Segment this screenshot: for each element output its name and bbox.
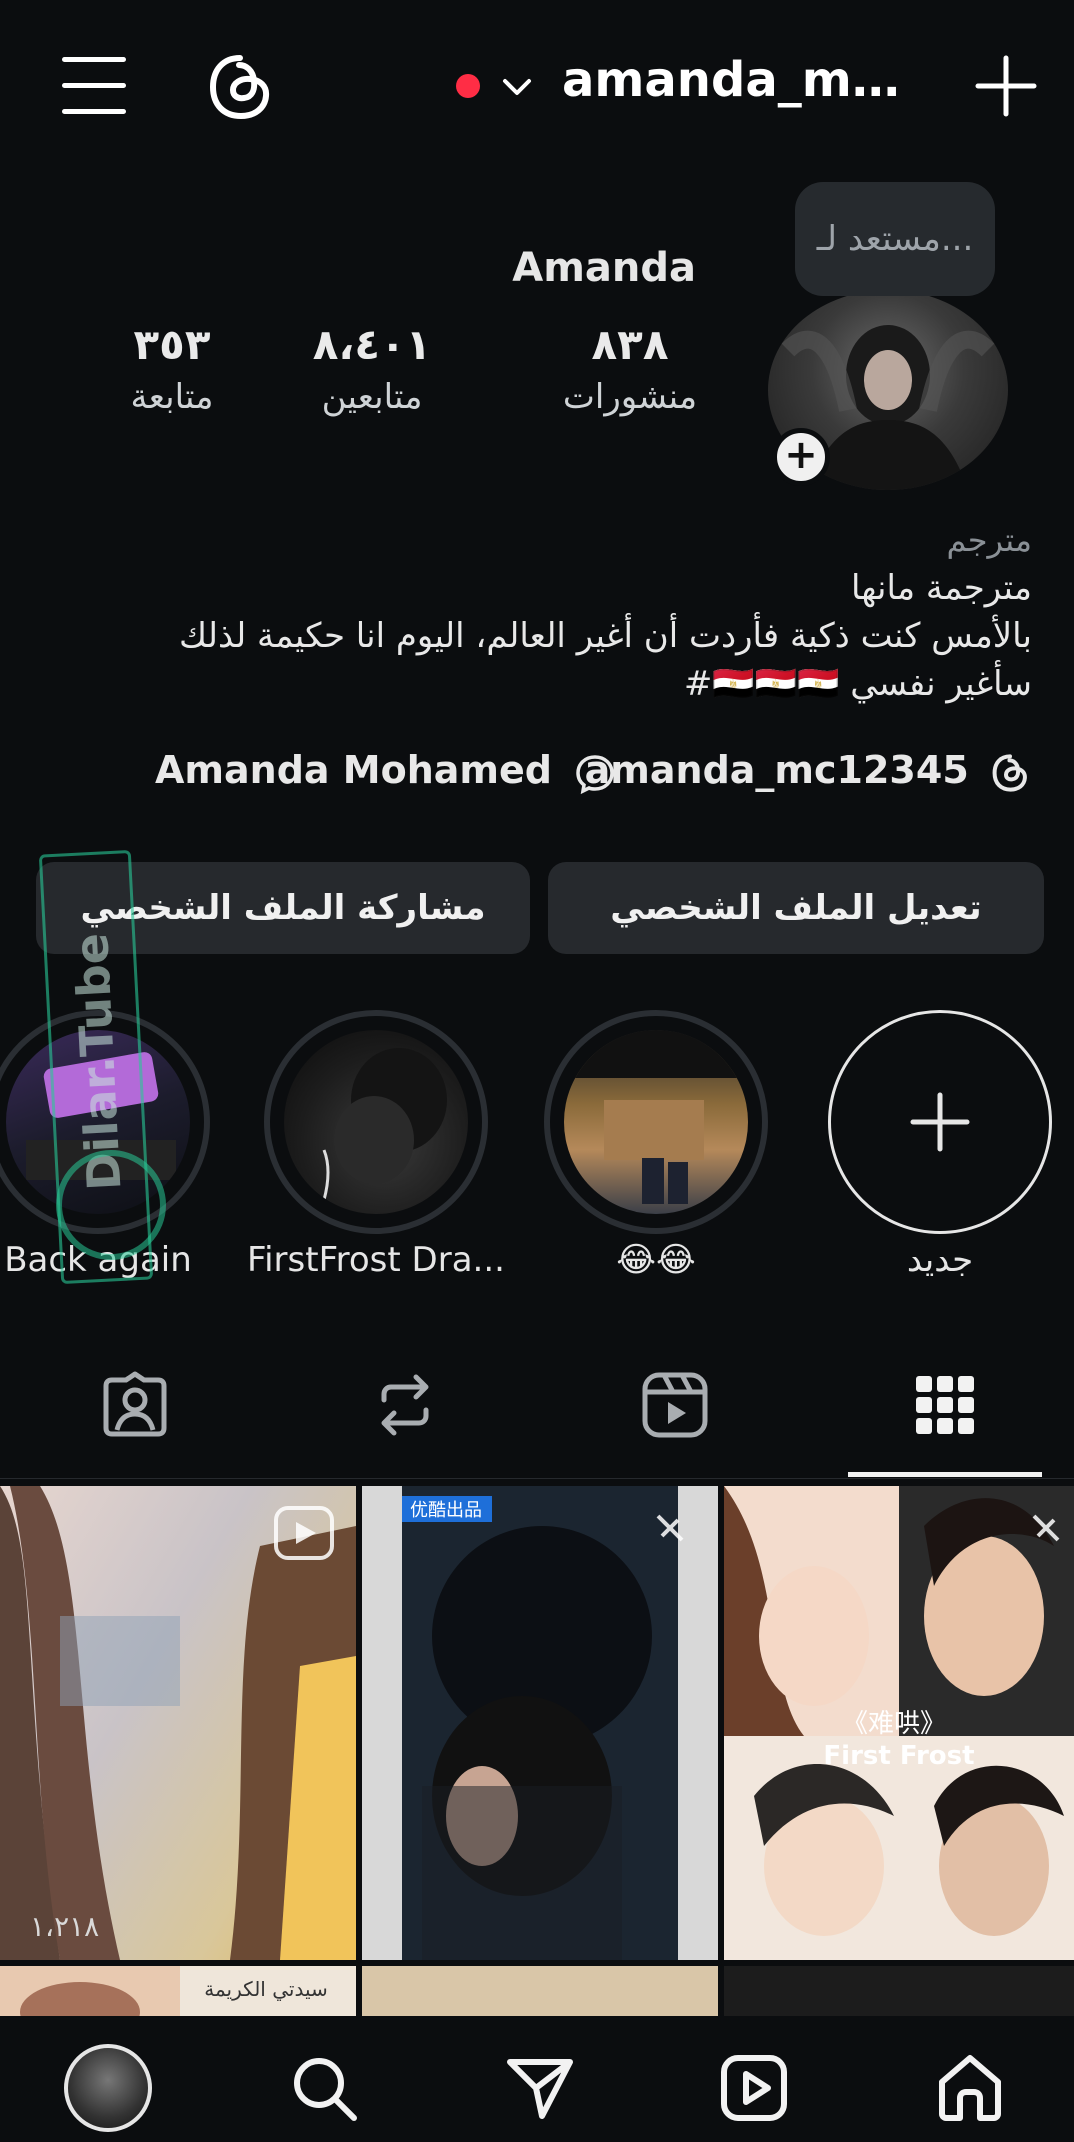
- threads-link[interactable]: amanda_mc12345: [585, 748, 1030, 793]
- grid-post[interactable]: 优酷出品: [362, 1486, 718, 1960]
- stat-following[interactable]: ٣٥٣ متابعة: [52, 320, 292, 417]
- reposts-tab-icon[interactable]: [370, 1370, 440, 1440]
- bio-line: بالأمس كنت ذكية فأردت أن أغير العالم، ال…: [179, 616, 1032, 656]
- grid-post[interactable]: [724, 1966, 1074, 2016]
- add-story-plus-icon[interactable]: +: [772, 428, 830, 486]
- messenger-icon: [576, 754, 614, 794]
- nav-profile-avatar[interactable]: [64, 2044, 152, 2132]
- home-icon[interactable]: [934, 2052, 1006, 2124]
- status-dot: [456, 74, 480, 98]
- create-plus-icon[interactable]: [975, 55, 1037, 117]
- poster-caption: سيدتي الكريمة: [204, 1977, 327, 2002]
- bio-category: مترجم: [946, 521, 1032, 559]
- account-switcher-username[interactable]: amanda_mc...: [562, 52, 902, 108]
- posts-label: منشورات: [562, 377, 698, 417]
- threads-icon: [992, 753, 1027, 792]
- bio-line: سأغير نفسي 🇪🇬🇪🇬🇪🇬#: [683, 664, 1032, 704]
- display-name: Amanda: [512, 245, 696, 291]
- grid-post[interactable]: سيدتي الكريمة: [0, 1966, 356, 2016]
- active-tab-indicator: [848, 1472, 1042, 1477]
- facebook-link[interactable]: Amanda Mohamed: [155, 748, 617, 795]
- plus-icon: [910, 1092, 970, 1152]
- note-bubble[interactable]: مستعد لـ...: [795, 182, 995, 296]
- new-highlight-button[interactable]: [828, 1010, 1052, 1234]
- threads-icon[interactable]: [205, 52, 275, 122]
- messages-send-icon[interactable]: [504, 2052, 576, 2124]
- stat-posts[interactable]: ٨٣٨ منشورات: [510, 320, 750, 417]
- view-count: ١،٢١٨: [30, 1910, 100, 1943]
- reels-tab-icon[interactable]: [640, 1370, 710, 1440]
- threads-handle: amanda_mc12345: [584, 748, 969, 792]
- highlight-label-new: جديد: [906, 1240, 974, 1280]
- poster-subtitle: First Frost: [823, 1741, 974, 1771]
- profile-links: amanda_mc12345 Amanda Mohamed: [150, 748, 1030, 800]
- grid-post[interactable]: ١،٢١٨: [0, 1486, 356, 1960]
- reels-nav-icon[interactable]: [718, 2052, 790, 2124]
- highlight-label: FirstFrost Dra...: [247, 1240, 505, 1280]
- menu-icon[interactable]: [62, 55, 130, 117]
- grid-post[interactable]: [362, 1966, 718, 2016]
- following-label: متابعة: [130, 377, 214, 417]
- search-icon[interactable]: [288, 2052, 360, 2124]
- edit-profile-button[interactable]: تعديل الملف الشخصي: [548, 862, 1044, 954]
- facebook-name: Amanda Mohamed: [155, 748, 552, 792]
- chevron-down-icon[interactable]: [500, 70, 534, 104]
- watermark-logo-icon: [56, 1150, 166, 1260]
- following-count: ٣٥٣: [133, 320, 211, 369]
- bio-line: مترجمة مانها: [850, 568, 1032, 608]
- posts-count: ٨٣٨: [591, 320, 669, 369]
- poster-label: 优酷出品: [410, 1500, 482, 1521]
- tagged-tab-icon[interactable]: [100, 1370, 170, 1440]
- highlight-label: 😂😂: [616, 1240, 696, 1280]
- poster-title: 《难哄》: [842, 1709, 946, 1739]
- grid-post[interactable]: 《难哄》 First Frost: [724, 1486, 1074, 1960]
- tab-divider: [0, 1478, 1074, 1479]
- grid-tab-icon[interactable]: [910, 1370, 980, 1440]
- highlight-item[interactable]: [264, 1010, 488, 1234]
- highlight-item[interactable]: [544, 1010, 768, 1234]
- bio: مترجم مترجمة مانها بالأمس كنت ذكية فأردت…: [92, 516, 1032, 708]
